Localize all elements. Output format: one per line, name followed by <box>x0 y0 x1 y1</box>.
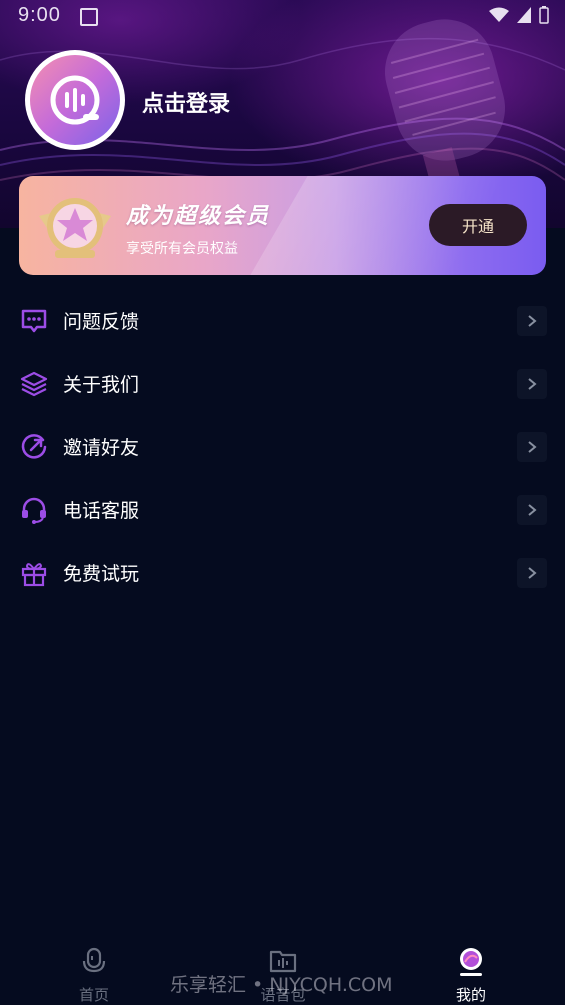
vip-banner[interactable]: 成为超级会员 享受所有会员权益 开通 <box>19 176 546 275</box>
tab-label: 我的 <box>455 986 486 1004</box>
vip-open-button[interactable]: 开通 <box>429 204 527 246</box>
chevron-right-icon <box>517 368 547 399</box>
chevron-right-icon <box>517 557 547 588</box>
feedback-icon <box>19 306 49 336</box>
vip-badge-icon <box>39 198 111 258</box>
chevron-right-icon <box>517 305 547 336</box>
menu-label: 免费试玩 <box>63 563 140 585</box>
menu-item-invite[interactable]: 邀请好友 <box>0 415 565 478</box>
avatar[interactable] <box>25 50 125 150</box>
signal-icon <box>517 7 531 23</box>
vip-title: 成为超级会员 <box>126 204 271 229</box>
tab-mine[interactable]: 我的 <box>421 940 521 1004</box>
wifi-icon <box>489 7 509 22</box>
watermark: 乐享轻汇 • NJYCQH.COM <box>170 974 393 996</box>
status-bar: 9:00 <box>0 0 565 32</box>
profile-icon <box>460 948 482 976</box>
menu-label: 问题反馈 <box>63 311 140 333</box>
menu-label: 邀请好友 <box>63 437 140 459</box>
notification-icon <box>80 8 98 26</box>
menu-item-feedback[interactable]: 问题反馈 <box>0 289 565 352</box>
tab-label: 首页 <box>78 986 109 1004</box>
tab-home[interactable]: 首页 <box>44 940 144 1004</box>
menu-item-phone-support[interactable]: 电话客服 <box>0 478 565 541</box>
login-link[interactable]: 点击登录 <box>142 86 230 118</box>
voice-logo-icon <box>50 75 100 125</box>
menu-label: 电话客服 <box>63 500 140 522</box>
status-time: 9:00 <box>18 4 61 26</box>
gift-icon <box>19 558 49 588</box>
settings-menu: 问题反馈 关于我们 邀请好友 电话客服 免费试玩 <box>0 289 565 604</box>
avatar-logo <box>30 55 120 145</box>
chevron-right-icon <box>517 431 547 462</box>
chevron-right-icon <box>517 494 547 525</box>
headset-icon <box>19 495 49 525</box>
invite-icon <box>19 432 49 462</box>
menu-item-about[interactable]: 关于我们 <box>0 352 565 415</box>
microphone-icon <box>82 947 106 973</box>
layers-icon <box>19 369 49 399</box>
battery-icon <box>539 6 549 24</box>
menu-item-free-trial[interactable]: 免费试玩 <box>0 541 565 604</box>
menu-label: 关于我们 <box>63 374 140 396</box>
vip-subtitle: 享受所有会员权益 <box>126 241 238 257</box>
